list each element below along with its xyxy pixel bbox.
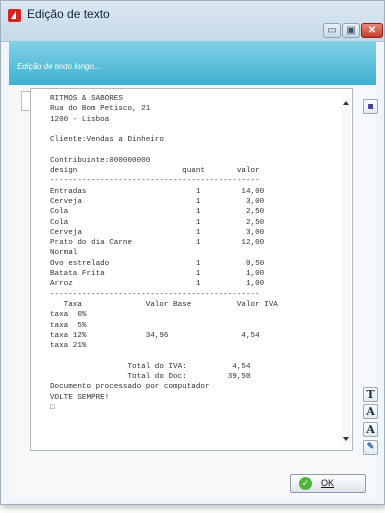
document-line: Contribuinte:000000000: [50, 156, 151, 165]
font-button[interactable]: T: [363, 387, 378, 402]
document-line: Documento processado por computador: [50, 383, 210, 392]
vertical-scrollbar[interactable]: [342, 97, 351, 443]
document-line: taxa 5%: [50, 321, 87, 330]
document-line: Taxa Valor Base Valor IVA: [50, 300, 278, 309]
window-title: Edição de texto: [27, 7, 110, 21]
checkmark-icon: ✓: [299, 477, 312, 490]
save-icon[interactable]: ▪: [363, 99, 378, 114]
ok-button[interactable]: ✓ OK: [290, 474, 366, 493]
header-band: Edição de texto longo...: [9, 41, 376, 85]
increase-font-button[interactable]: A: [363, 404, 378, 419]
decrease-font-button[interactable]: A: [363, 422, 378, 437]
document-line: Arroz 1 1,00: [50, 280, 265, 289]
document-line: Batata Frita 1 1,00: [50, 270, 265, 279]
edit-icon[interactable]: ✎: [363, 440, 378, 455]
scroll-down-arrow-icon[interactable]: [343, 437, 349, 441]
document-line: ----------------------------------------…: [50, 177, 260, 186]
content-area: RITMOS & SABORES Rua do Bom Petisco, 21 …: [9, 85, 378, 499]
document-line: Rua do Bom Petisco, 21: [50, 105, 151, 114]
document-line: taxa 0%: [50, 311, 87, 320]
title-bar[interactable]: Edição de texto ▭ ▣ ✕: [1, 1, 384, 42]
document-line: Cliente:Vendas a Dinheiro: [50, 136, 164, 145]
document-line: taxa 12% 34,96 4,54: [50, 331, 260, 340]
maximize-button[interactable]: ▣: [342, 23, 360, 38]
document-line: Cerveja 1 3,00: [50, 228, 265, 237]
document-line: Cola 1 2,50: [50, 218, 265, 227]
document-line: 1200 - Lisboa: [50, 115, 110, 124]
document-line: Total do Doc: 39,50: [50, 373, 251, 382]
document-text[interactable]: RITMOS & SABORES Rua do Bom Petisco, 21 …: [50, 94, 340, 413]
document-line: Normal: [50, 249, 78, 258]
document-line: Cola 1 2,50: [50, 208, 265, 217]
document-line: design quant valor: [50, 167, 260, 176]
document-line: Total do IVA: 4,54: [50, 362, 251, 371]
header-subtitle: Edição de texto longo...: [17, 62, 101, 71]
scroll-up-arrow-icon[interactable]: [343, 101, 349, 105]
document-line: taxa 21%: [50, 342, 87, 351]
close-button[interactable]: ✕: [361, 23, 383, 38]
document-line: Cerveja 1 3,00: [50, 197, 265, 206]
document-line: Ovo estrelado 1 0,50: [50, 259, 265, 268]
document-line: VOLTE SEMPRE!: [50, 393, 110, 402]
document-line: RITMOS & SABORES: [50, 95, 123, 103]
document-line: ----------------------------------------…: [50, 290, 260, 299]
dialog-window: Edição de texto ▭ ▣ ✕ Edição de texto lo…: [0, 0, 385, 505]
app-icon: [8, 9, 21, 22]
document-line: □: [50, 403, 55, 412]
text-editor[interactable]: RITMOS & SABORES Rua do Bom Petisco, 21 …: [30, 88, 353, 451]
ok-label: OK: [321, 478, 335, 488]
minimize-button[interactable]: ▭: [323, 23, 341, 38]
document-line: Entradas 1 14,00: [50, 187, 265, 196]
document-line: Prato do dia Carne 1 12,00: [50, 239, 265, 248]
